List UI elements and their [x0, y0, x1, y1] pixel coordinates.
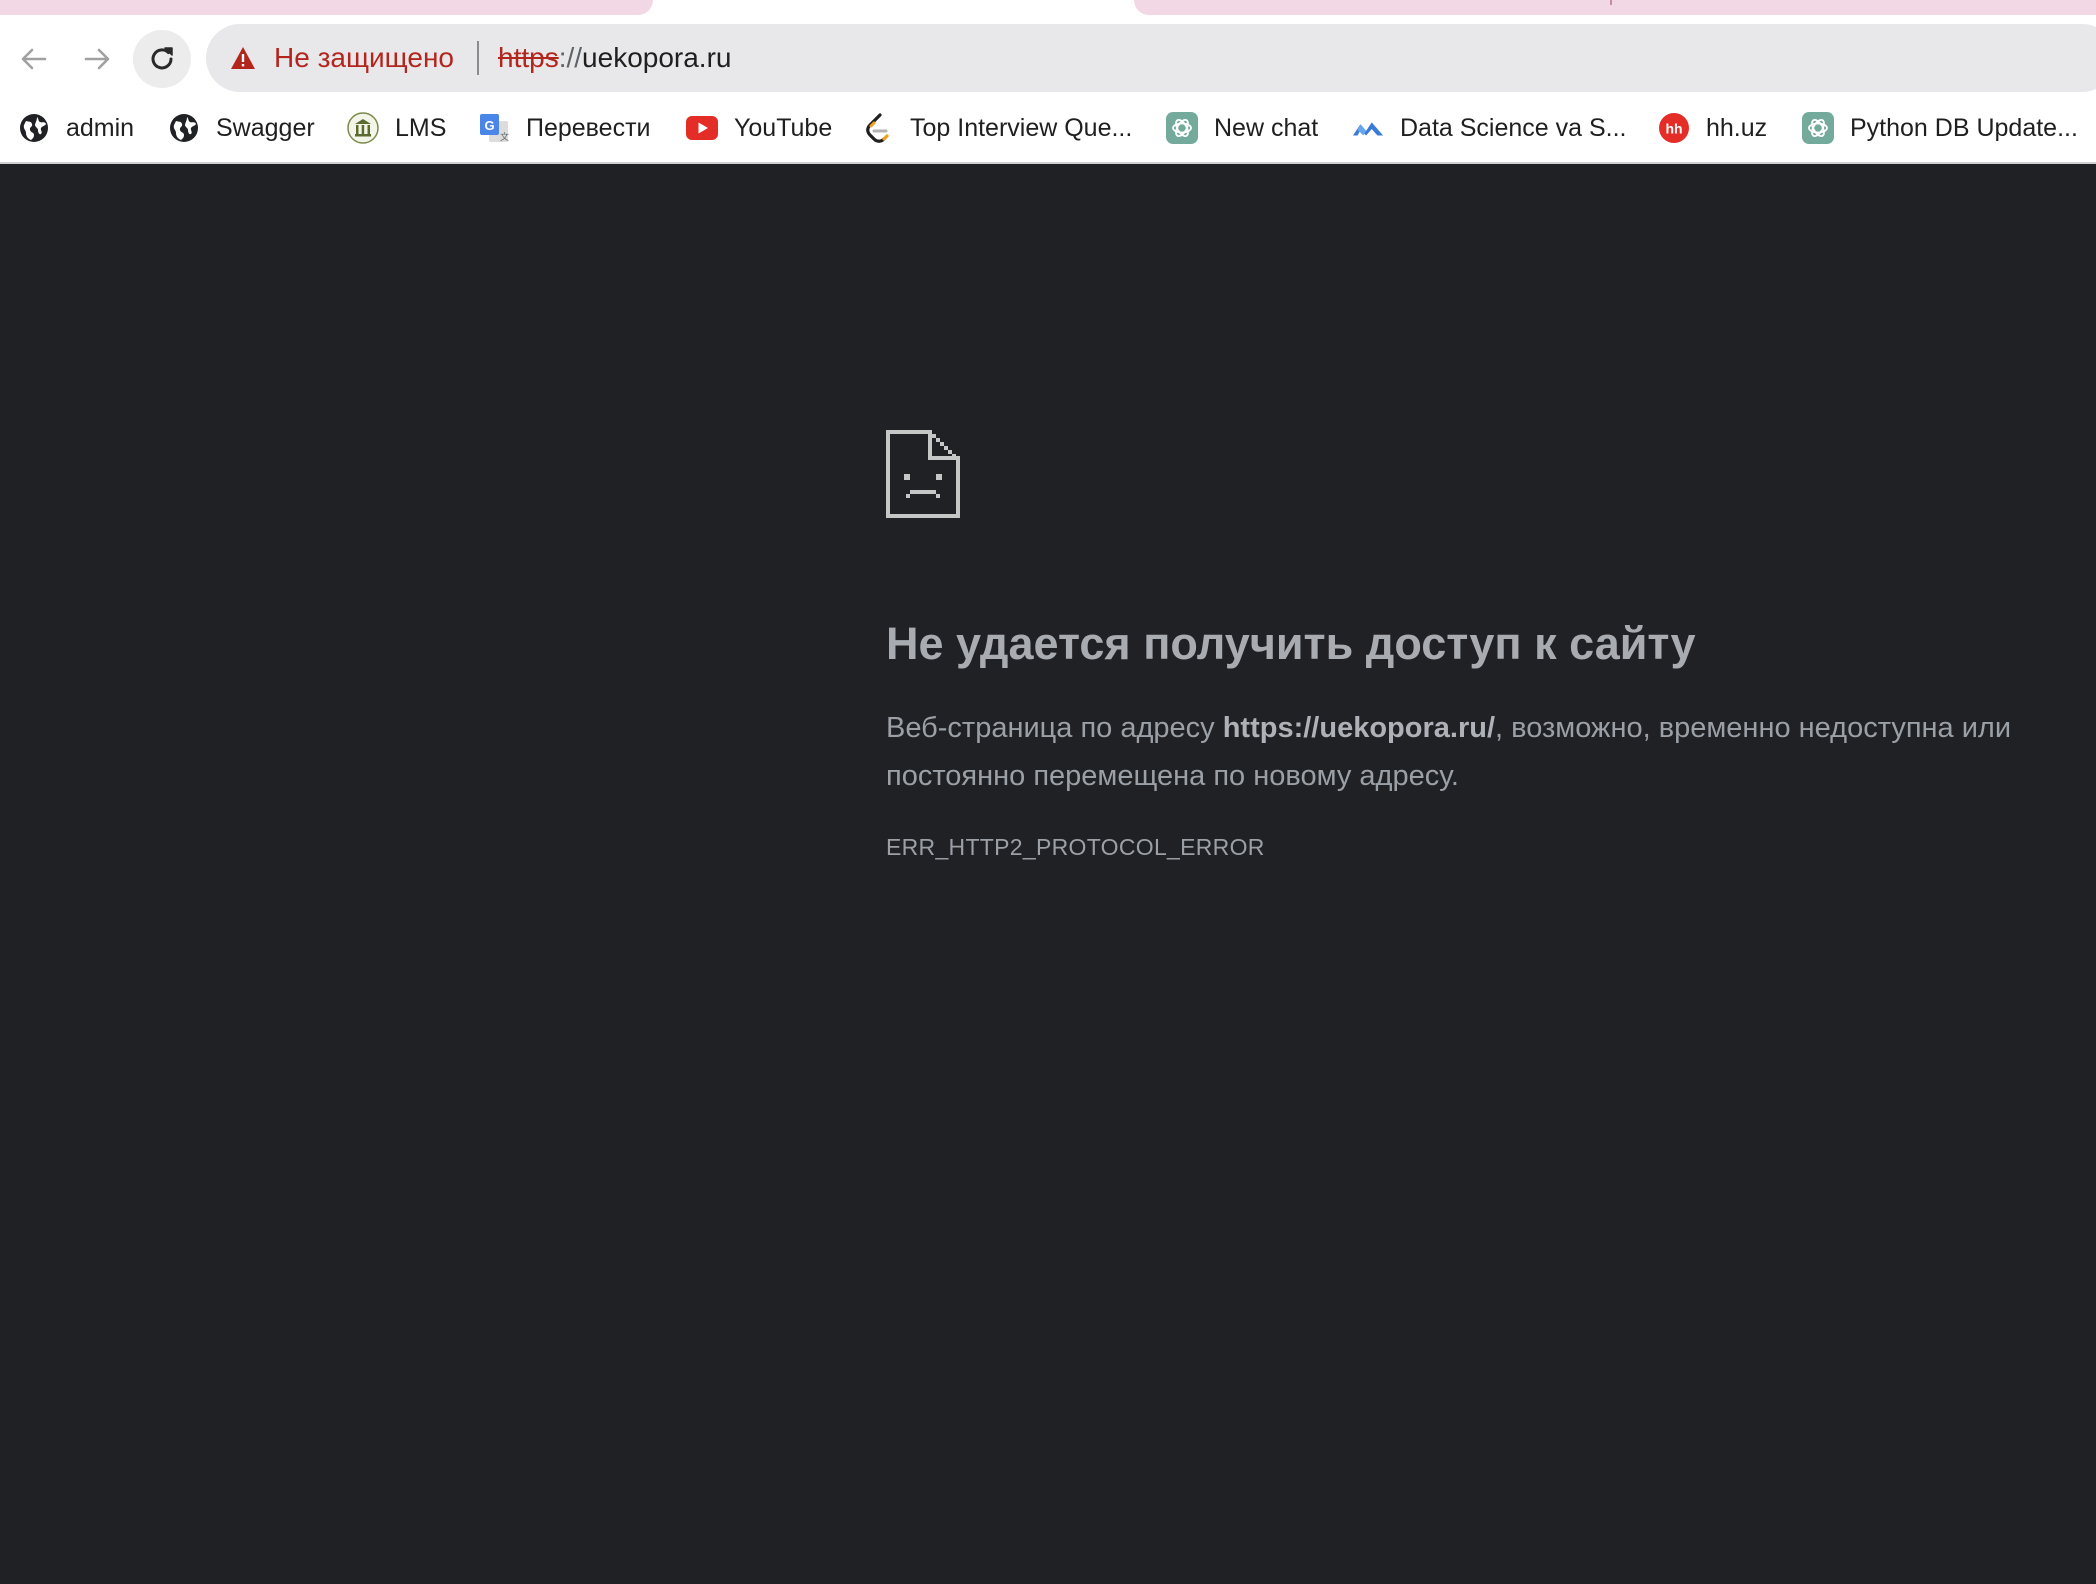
browser-toolbar: Не защищено https://uekopora.ru [0, 24, 2096, 94]
bookmark-hh[interactable]: hh hh.uz [1658, 110, 1767, 146]
youtube-icon [686, 112, 718, 144]
error-description: Веб-страница по адресу https://uekopora.… [886, 704, 2086, 800]
university-icon [347, 112, 379, 144]
bookmark-swagger[interactable]: Swagger [168, 110, 315, 146]
security-status-label[interactable]: Не защищено [274, 40, 454, 76]
tab-inactive-left[interactable] [0, 0, 653, 15]
address-divider [477, 41, 479, 75]
bookmark-data-science[interactable]: Data Science va S... [1352, 110, 1627, 146]
reload-button[interactable] [133, 30, 191, 88]
globe-icon [168, 112, 200, 144]
tab-strip [0, 0, 2096, 24]
bookmark-label: hh.uz [1706, 114, 1768, 142]
bookmark-label: Swagger [216, 114, 315, 142]
bookmark-new-chat[interactable]: New chat [1166, 110, 1318, 146]
url-scheme: https [498, 42, 559, 73]
globe-icon [18, 112, 50, 144]
svg-text:文: 文 [500, 131, 509, 143]
url-host: uekopora.ru [582, 42, 732, 73]
reload-icon [151, 47, 173, 70]
error-desc-prefix: Веб-страница по адресу [886, 712, 1223, 744]
bookmark-lms[interactable]: LMS [347, 110, 446, 146]
bookmark-youtube[interactable]: YouTube [686, 110, 832, 146]
mountains-icon [1352, 112, 1384, 144]
bookmark-label: LMS [395, 114, 447, 142]
forward-button[interactable] [69, 31, 125, 87]
tab-title-fragment [1610, 0, 1612, 5]
leetcode-icon [862, 112, 894, 144]
chatgpt-icon [1166, 112, 1198, 144]
address-bar[interactable]: Не защищено https://uekopora.ru [206, 24, 2096, 92]
bookmarks-bar: admin Swagger LMS G 文 Перевести YouTube … [0, 94, 2096, 164]
bookmark-python-db[interactable]: Python DB Update... [1802, 110, 2078, 146]
bookmark-admin[interactable]: admin [18, 110, 134, 146]
sad-document-icon [886, 430, 960, 518]
error-desc-url: https://uekopora.ru/ [1222, 712, 1496, 744]
url-text[interactable]: https://uekopora.ru [498, 40, 731, 76]
hh-icon: hh [1658, 112, 1690, 144]
error-code: ERR_HTTP2_PROTOCOL_ERROR [886, 834, 1265, 860]
tab-inactive-right[interactable] [1134, 0, 2096, 15]
back-button[interactable] [6, 31, 62, 87]
error-title: Не удается получить доступ к сайту [886, 618, 1696, 669]
arrow-left-icon [21, 48, 47, 70]
svg-text:G: G [484, 118, 494, 133]
bookmark-leetcode[interactable]: Top Interview Que... [862, 110, 1132, 146]
bookmark-label: admin [66, 114, 135, 142]
bookmark-label: Data Science va S... [1400, 114, 1627, 142]
bookmark-label: Top Interview Que... [910, 114, 1133, 142]
bookmark-label: Перевести [526, 114, 651, 142]
bookmark-label: New chat [1214, 114, 1319, 142]
bookmark-label: Python DB Update... [1850, 114, 2078, 142]
bookmark-translate[interactable]: G 文 Перевести [478, 110, 651, 146]
svg-text:hh: hh [1665, 121, 1682, 137]
arrow-right-icon [84, 48, 110, 70]
warning-icon[interactable] [230, 46, 256, 70]
bookmark-label: YouTube [734, 114, 833, 142]
google-translate-icon: G 文 [478, 112, 510, 144]
chatgpt-icon [1802, 112, 1834, 144]
url-separator: :// [558, 42, 583, 73]
